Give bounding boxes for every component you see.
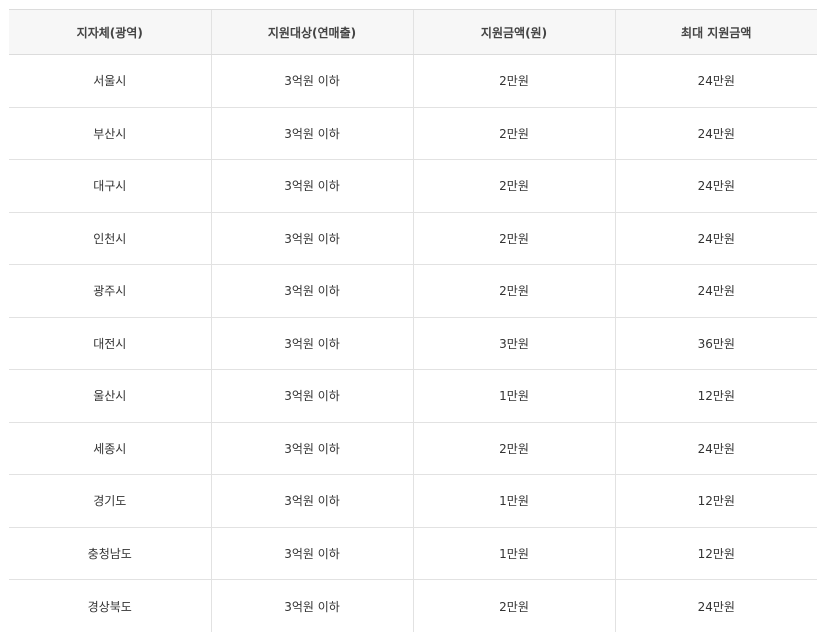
cell-amount: 1만원 [413,475,615,528]
cell-max-amount: 12만원 [615,527,817,580]
cell-max-amount: 24만원 [615,160,817,213]
cell-target: 3억원 이하 [211,475,413,528]
cell-amount: 2만원 [413,107,615,160]
table-row: 경상북도3억원 이하2만원24만원 [9,580,817,632]
cell-target: 3억원 이하 [211,212,413,265]
cell-amount: 2만원 [413,55,615,108]
support-table-container: 지자체(광역) 지원대상(연매출) 지원금액(원) 최대 지원금액 서울시3억원… [9,9,817,632]
cell-max-amount: 24만원 [615,422,817,475]
cell-max-amount: 24만원 [615,580,817,632]
table-header-row: 지자체(광역) 지원대상(연매출) 지원금액(원) 최대 지원금액 [9,10,817,55]
cell-target: 3억원 이하 [211,317,413,370]
table-row: 인천시3억원 이하2만원24만원 [9,212,817,265]
table-row: 대구시3억원 이하2만원24만원 [9,160,817,213]
cell-amount: 1만원 [413,370,615,423]
cell-region: 광주시 [9,265,211,318]
table-row: 대전시3억원 이하3만원36만원 [9,317,817,370]
header-amount: 지원금액(원) [413,10,615,55]
cell-region: 경기도 [9,475,211,528]
table-row: 세종시3억원 이하2만원24만원 [9,422,817,475]
table-row: 울산시3억원 이하1만원12만원 [9,370,817,423]
cell-target: 3억원 이하 [211,107,413,160]
cell-target: 3억원 이하 [211,527,413,580]
header-region: 지자체(광역) [9,10,211,55]
cell-region: 서울시 [9,55,211,108]
cell-max-amount: 12만원 [615,475,817,528]
cell-amount: 2만원 [413,580,615,632]
cell-max-amount: 24만원 [615,212,817,265]
cell-target: 3억원 이하 [211,55,413,108]
cell-amount: 2만원 [413,212,615,265]
cell-max-amount: 12만원 [615,370,817,423]
cell-region: 충청남도 [9,527,211,580]
table-row: 경기도3억원 이하1만원12만원 [9,475,817,528]
table-row: 광주시3억원 이하2만원24만원 [9,265,817,318]
cell-amount: 3만원 [413,317,615,370]
cell-region: 인천시 [9,212,211,265]
header-target: 지원대상(연매출) [211,10,413,55]
cell-target: 3억원 이하 [211,370,413,423]
cell-region: 경상북도 [9,580,211,632]
cell-amount: 2만원 [413,422,615,475]
table-row: 충청남도3억원 이하1만원12만원 [9,527,817,580]
cell-amount: 1만원 [413,527,615,580]
cell-max-amount: 24만원 [615,55,817,108]
cell-region: 대전시 [9,317,211,370]
cell-target: 3억원 이하 [211,580,413,632]
support-table: 지자체(광역) 지원대상(연매출) 지원금액(원) 최대 지원금액 서울시3억원… [9,9,817,632]
table-row: 서울시3억원 이하2만원24만원 [9,55,817,108]
cell-amount: 2만원 [413,265,615,318]
table-header: 지자체(광역) 지원대상(연매출) 지원금액(원) 최대 지원금액 [9,10,817,55]
cell-region: 부산시 [9,107,211,160]
cell-target: 3억원 이하 [211,422,413,475]
cell-max-amount: 24만원 [615,265,817,318]
cell-region: 세종시 [9,422,211,475]
cell-amount: 2만원 [413,160,615,213]
table-row: 부산시3억원 이하2만원24만원 [9,107,817,160]
cell-max-amount: 24만원 [615,107,817,160]
cell-region: 대구시 [9,160,211,213]
cell-max-amount: 36만원 [615,317,817,370]
header-max-amount: 최대 지원금액 [615,10,817,55]
table-body: 서울시3억원 이하2만원24만원부산시3억원 이하2만원24만원대구시3억원 이… [9,55,817,632]
cell-target: 3억원 이하 [211,265,413,318]
cell-target: 3억원 이하 [211,160,413,213]
cell-region: 울산시 [9,370,211,423]
